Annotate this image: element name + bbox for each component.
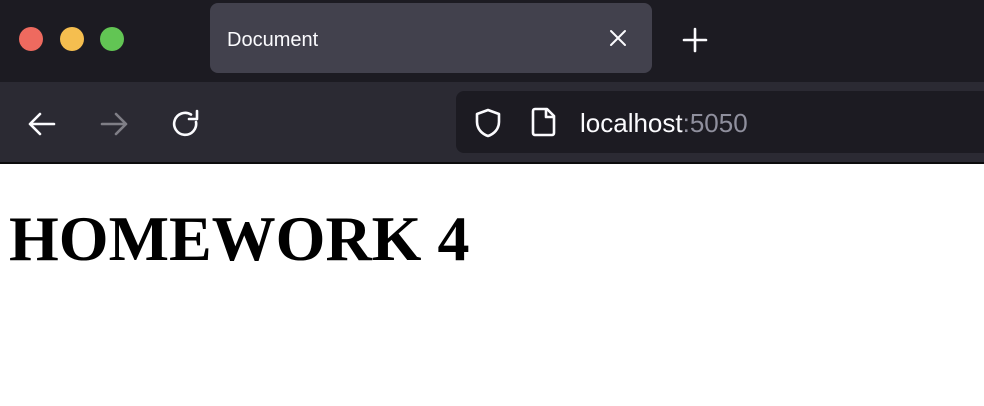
browser-window: Document localhost:5050 HOMEWORK 4 xyxy=(0,0,984,406)
plus-icon[interactable] xyxy=(681,26,709,54)
url-port: :5050 xyxy=(682,108,748,138)
page-content: HOMEWORK 4 xyxy=(0,164,984,406)
address-bar[interactable]: localhost:5050 xyxy=(456,91,984,153)
shield-icon[interactable] xyxy=(473,108,503,138)
url-text[interactable]: localhost:5050 xyxy=(580,108,748,138)
tab-title: Document xyxy=(227,29,319,51)
reload-icon[interactable] xyxy=(170,108,202,140)
close-icon[interactable] xyxy=(607,27,629,49)
page-heading: HOMEWORK 4 xyxy=(9,203,470,274)
window-maximize-button[interactable] xyxy=(100,27,124,51)
window-minimize-button[interactable] xyxy=(60,27,84,51)
url-host: localhost xyxy=(580,108,683,138)
tab-document[interactable]: Document xyxy=(210,3,652,73)
navigation-toolbar: localhost:5050 xyxy=(0,82,984,162)
arrow-left-icon[interactable] xyxy=(26,108,58,140)
arrow-right-icon[interactable] xyxy=(98,108,130,140)
window-close-button[interactable] xyxy=(19,27,43,51)
tab-strip: Document xyxy=(0,0,984,82)
page-icon[interactable] xyxy=(530,107,558,137)
